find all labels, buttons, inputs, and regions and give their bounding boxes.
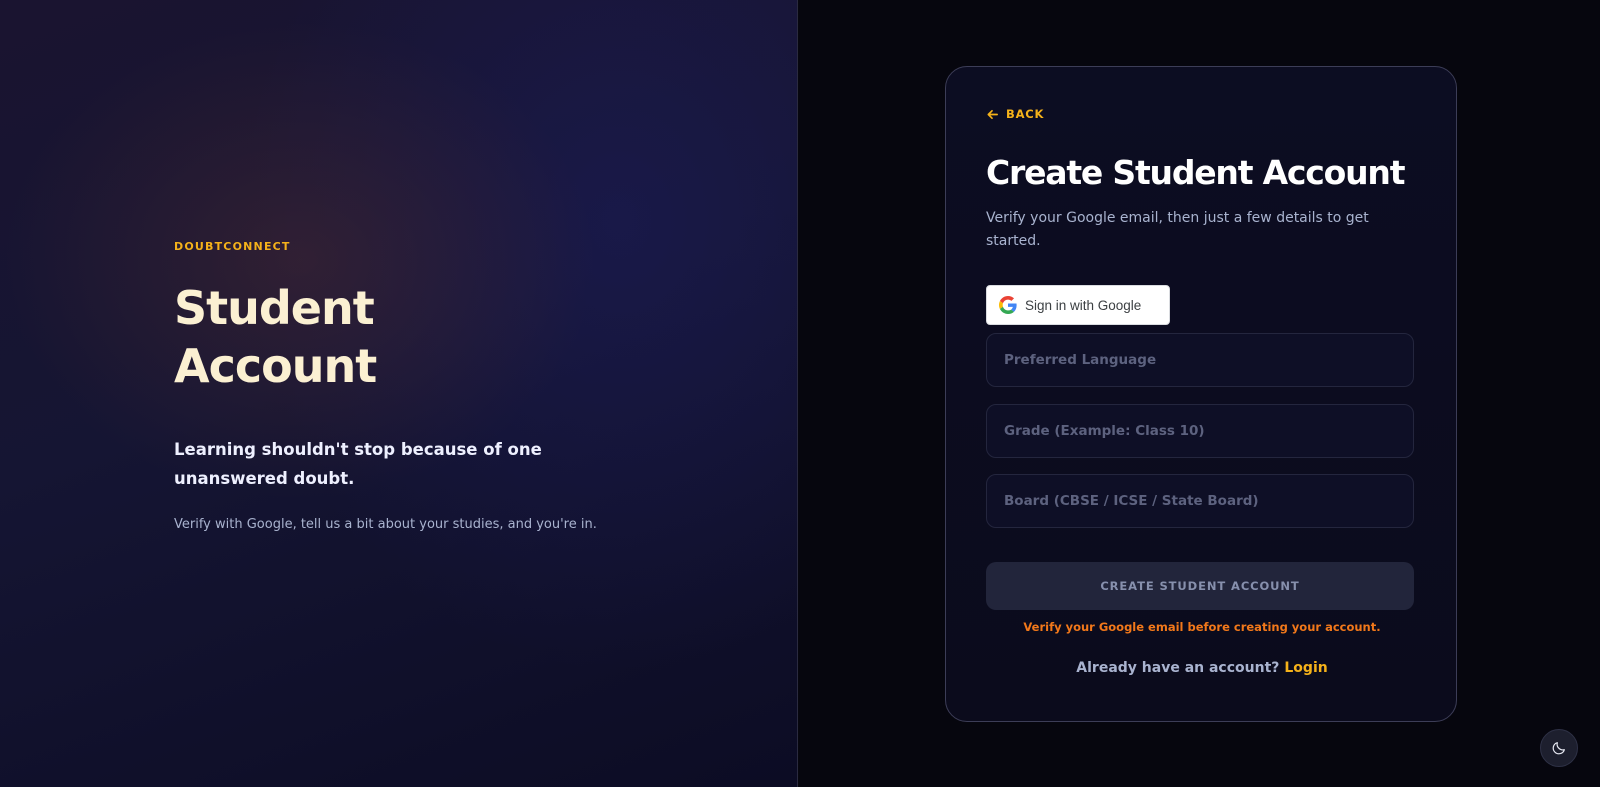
back-link[interactable]: BACK [986, 107, 1044, 121]
board-input[interactable] [986, 474, 1414, 528]
google-button-label: Sign in with Google [1025, 297, 1142, 313]
login-prompt: Already have an account? Login [946, 660, 1458, 676]
google-sign-in-button[interactable]: Sign in with Google [986, 285, 1170, 325]
hero-title: Student Account [174, 281, 377, 393]
theme-toggle-button[interactable] [1540, 729, 1578, 767]
login-link[interactable]: Login [1284, 660, 1327, 676]
left-panel: DOUBTCONNECT Student Account Learning sh… [0, 0, 798, 787]
card-subtitle: Verify your Google email, then just a fe… [986, 210, 1369, 249]
card-title: Create Student Account [986, 153, 1405, 192]
brand-name: DOUBTCONNECT [174, 240, 291, 253]
signup-card: BACK Create Student Account Verify your … [945, 66, 1457, 722]
create-account-button[interactable]: CREATE STUDENT ACCOUNT [986, 562, 1414, 610]
google-g-icon [999, 296, 1017, 314]
moon-icon [1552, 742, 1565, 755]
login-prompt-text: Already have an account? [1076, 660, 1280, 676]
back-label: BACK [1006, 107, 1045, 121]
left-content: DOUBTCONNECT Student Account Learning sh… [174, 240, 674, 532]
hero-subtext: Verify with Google, tell us a bit about … [174, 517, 597, 532]
hero-tagline: Learning shouldn't stop because of one u… [174, 440, 542, 488]
arrow-left-icon [987, 109, 998, 119]
verification-warning: Verify your Google email before creating… [1023, 620, 1381, 634]
grade-input[interactable] [986, 404, 1414, 458]
preferred-language-input[interactable] [986, 333, 1414, 387]
